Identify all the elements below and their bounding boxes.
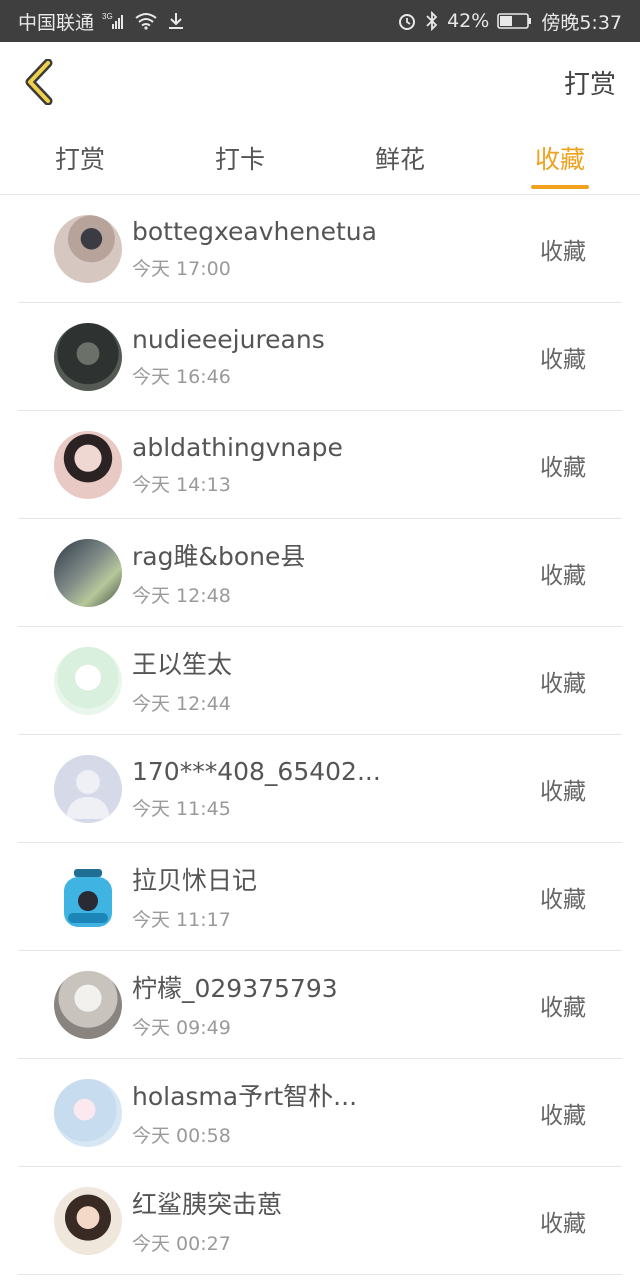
user-name: 红鲨胰突击葸 [132,1190,283,1219]
battery-icon [497,12,533,30]
list-item[interactable]: 170***408_65402... 今天 11:45 收藏 [18,735,622,843]
list-item[interactable]: holasma予rt智朴... 今天 00:58 收藏 [18,1059,622,1167]
user-avatar[interactable] [54,430,122,499]
item-action-label: 收藏 [540,562,586,589]
list-item[interactable]: 柠檬_029375793 今天 09:49 收藏 [18,951,622,1059]
tab-checkin[interactable]: 打卡 [160,122,320,194]
back-button[interactable] [24,57,64,107]
user-name: 王以笙太 [132,650,233,679]
network-type-label: 3G [102,12,113,21]
download-icon [166,11,186,31]
timestamp: 今天 16:46 [132,365,231,388]
item-action-label: 收藏 [540,670,586,697]
list-item[interactable]: bottegxeavhenetua 今天 17:00 收藏 [18,195,622,303]
user-name: 柠檬_029375793 [132,974,338,1003]
tab-bar: 打赏 打卡 鲜花 收藏 [0,122,640,195]
item-action-label: 收藏 [540,346,586,373]
tab-reward[interactable]: 打赏 [0,122,160,194]
timestamp: 今天 11:17 [132,909,231,931]
user-name: 拉贝怵日记 [132,866,258,895]
list-item[interactable]: 王以笙太 今天 12:44 收藏 [18,627,622,735]
list-item-info: 红鲨胰突击葸 今天 00:27 [132,1185,540,1256]
timestamp: 今天 11:45 [132,797,231,820]
list-item-info: 拉贝怵日记 今天 11:17 [132,861,540,932]
carrier-label: 中国联通 [18,11,95,34]
list-item[interactable]: rag雎&bone县 今天 12:48 收藏 [18,519,622,627]
timestamp: 今天 12:48 [132,585,231,607]
list-item-info: 170***408_65402... 今天 11:45 [132,757,540,821]
user-avatar[interactable] [54,1078,122,1147]
item-action-label: 收藏 [540,238,586,265]
item-action-label: 收藏 [540,454,586,481]
timestamp: 今天 17:00 [132,257,231,280]
item-action-label: 收藏 [540,1102,586,1129]
list-item-info: nudieeejureans 今天 16:46 [132,325,540,389]
user-name: nudieeejureans [132,324,325,354]
user-avatar[interactable] [54,1186,122,1255]
timestamp: 今天 12:44 [132,693,231,715]
user-avatar[interactable] [54,970,122,1039]
user-name: bottegxeavhenetua [132,216,377,246]
bluetooth-icon [425,11,439,31]
user-name: rag雎&bone县 [132,542,306,571]
tab-flowers[interactable]: 鲜花 [320,122,480,194]
timestamp: 今天 00:27 [132,1233,231,1255]
user-name: 170***408_65402... [132,756,381,786]
list-item[interactable]: 红鲨胰突击葸 今天 00:27 收藏 [18,1167,622,1275]
user-name: holasma予rt智朴... [132,1082,358,1111]
status-bar-right: 42% 傍晚5:37 [397,8,622,35]
list-item[interactable]: nudieeejureans 今天 16:46 收藏 [18,303,622,411]
timestamp: 今天 09:49 [132,1017,231,1039]
tab-favorites[interactable]: 收藏 [480,122,640,194]
item-action-label: 收藏 [540,994,586,1021]
list-item[interactable]: abldathingvnape 今天 14:13 收藏 [18,411,622,519]
list-item-info: 柠檬_029375793 今天 09:49 [132,969,540,1040]
list-item-info: holasma予rt智朴... 今天 00:58 [132,1077,540,1148]
user-name: abldathingvnape [132,432,343,462]
list-item-info: bottegxeavhenetua 今天 17:00 [132,217,540,281]
default-user-icon [66,769,110,819]
timestamp: 今天 00:58 [132,1125,231,1147]
signal-icon: 3G [102,12,126,30]
battery-percent: 42% [447,10,490,32]
timestamp: 今天 14:13 [132,473,231,496]
header-reward-button[interactable]: 打赏 [564,64,616,101]
list-item-info: abldathingvnape 今天 14:13 [132,433,540,497]
list-item-info: rag雎&bone县 今天 12:48 [132,537,540,608]
favorites-list: bottegxeavhenetua 今天 17:00 收藏 nudieeejur… [0,195,640,1275]
wifi-icon [134,12,158,30]
status-bar-left: 中国联通 3G [18,8,186,35]
default-user-avatar[interactable] [54,754,122,823]
user-avatar[interactable] [54,862,122,931]
status-time: 傍晚5:37 [541,11,622,34]
jar-illustration-icon [64,868,112,927]
list-item-info: 王以笙太 今天 12:44 [132,645,540,716]
alarm-icon [397,11,417,31]
header: 打赏 [0,42,640,122]
user-avatar[interactable] [54,538,122,607]
item-action-label: 收藏 [540,778,586,805]
user-avatar[interactable] [54,214,122,283]
user-avatar[interactable] [54,322,122,391]
item-action-label: 收藏 [540,1210,586,1237]
item-action-label: 收藏 [540,886,586,913]
chevron-left-icon [25,59,53,105]
status-bar: 中国联通 3G 42% 傍晚5:37 [0,0,640,42]
list-item[interactable]: 拉贝怵日记 今天 11:17 收藏 [18,843,622,951]
user-avatar[interactable] [54,646,122,715]
